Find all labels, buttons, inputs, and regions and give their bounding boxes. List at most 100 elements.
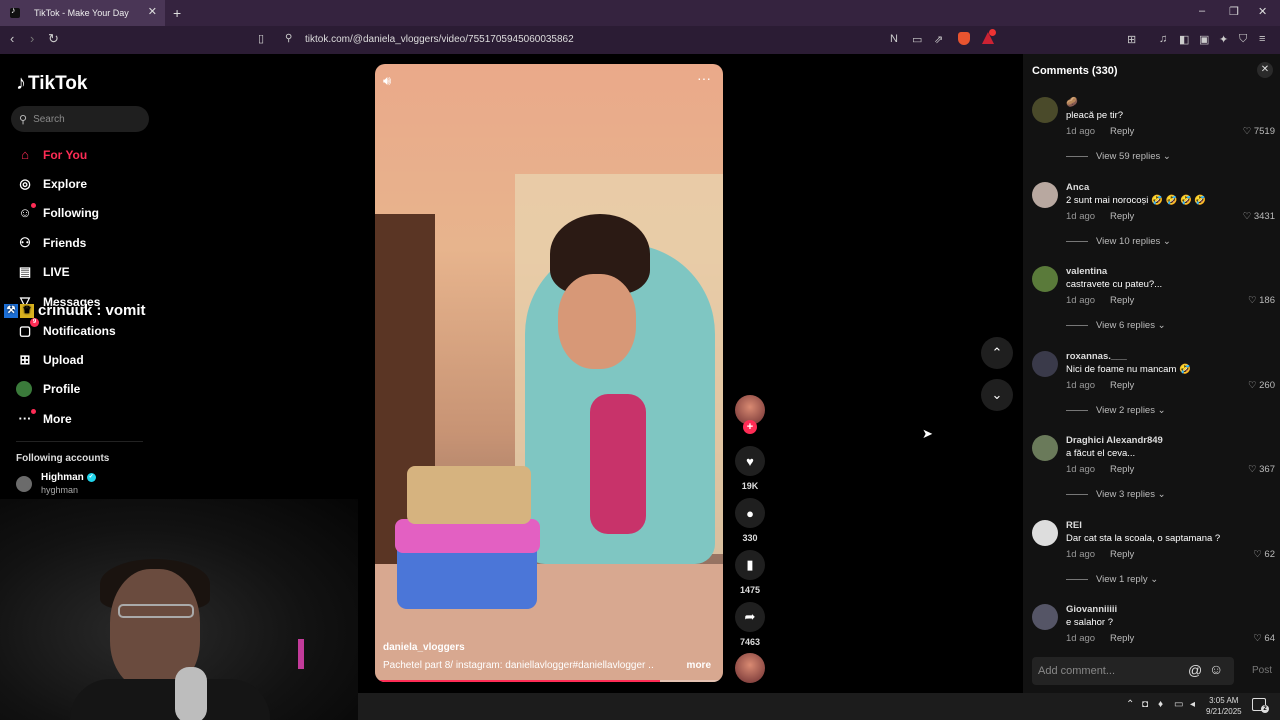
close-comments-icon[interactable]: ✕ [1257,62,1273,78]
view-replies-button[interactable]: View 10 replies ⌄ [1066,236,1171,247]
comment-like-button[interactable]: ♡ 260 [1248,380,1275,391]
avatar[interactable] [1032,351,1058,377]
bookmark-icon[interactable]: ▯ [258,32,264,45]
emoji-icon[interactable]: ☺ [1209,661,1223,677]
chevron-up-icon: ⌃ [991,345,1003,360]
reply-button[interactable]: Reply [1110,464,1134,475]
new-tab-icon[interactable]: + [173,5,181,21]
reply-button[interactable]: Reply [1110,211,1134,222]
comment-input[interactable]: Add comment... [1032,657,1234,685]
volume-icon[interactable]: 🔊︎ [383,73,391,89]
view-replies-button[interactable]: View 2 replies ⌄ [1066,405,1166,416]
comment-like-button[interactable]: ♡ 3431 [1243,211,1275,222]
window-close-icon[interactable]: ✕ [1258,5,1267,18]
comment-like-button[interactable]: ♡ 62 [1253,549,1275,560]
reply-button[interactable]: Reply [1110,126,1134,137]
view-replies-button[interactable]: View 59 replies ⌄ [1066,151,1171,162]
tab-close-icon[interactable]: ✕ [148,5,157,18]
post-button[interactable]: Post [1252,665,1272,676]
cast-icon[interactable]: ▭ [912,33,922,46]
nav-explore[interactable]: ◎ Explore [16,176,87,192]
comment-author[interactable]: Anca [1066,182,1089,193]
view-replies-button[interactable]: View 6 replies ⌄ [1066,320,1166,331]
view-replies-button[interactable]: View 3 replies ⌄ [1066,489,1166,500]
video-progress-bar[interactable] [375,680,723,682]
network-icon[interactable]: ▭ [1174,699,1183,710]
restore-icon[interactable]: ❐ [1229,5,1239,18]
comment-button[interactable]: ● [735,498,765,528]
video-author[interactable]: daniela_vloggers [383,642,465,653]
view-replies-button[interactable]: View 1 reply ⌄ [1066,574,1158,585]
avatar[interactable] [1032,182,1058,208]
video-player[interactable]: 🔊︎ ··· daniela_vloggers Pachetel part 8/… [375,64,723,682]
comment-author[interactable]: Giovanniiiii [1066,604,1117,615]
share-page-icon[interactable]: ⇗ [934,33,943,46]
tab-search-icon[interactable]: ⊞ [1127,33,1136,46]
comment-like-button[interactable]: ♡ 7519 [1243,126,1275,137]
comment-author[interactable]: REI [1066,520,1082,531]
tray-app-icon[interactable]: ◘ [1142,699,1148,710]
comment-like-count: 260 [1259,380,1275,391]
follow-plus-icon[interactable]: + [743,420,757,434]
comment-author[interactable]: Draghici Alexandr849 [1066,435,1163,446]
site-info-icon[interactable]: ⚲ [285,33,292,44]
reply-button[interactable]: Reply [1110,633,1134,644]
nav-profile[interactable]: Profile [16,381,80,397]
comment-count: 330 [742,533,758,543]
url-field[interactable]: tiktok.com/@daniela_vloggers/video/75517… [305,34,574,45]
comment-like-button[interactable]: ♡ 367 [1248,464,1275,475]
reply-button[interactable]: Reply [1110,380,1134,391]
previous-video-button[interactable]: ⌃ [981,337,1013,369]
comment-author[interactable]: valentina [1066,266,1107,277]
nav-friends[interactable]: ⚇ Friends [16,235,86,251]
reply-button[interactable]: Reply [1110,295,1134,306]
browser-tab[interactable]: TikTok - Make Your Day ✕ [0,0,165,26]
reload-icon[interactable]: ↻ [48,31,59,47]
avatar[interactable] [1032,435,1058,461]
nav-live[interactable]: ▤ LIVE [16,264,70,280]
tiktok-logo[interactable]: ♪ TikTok [16,72,87,95]
rewards-badge [989,29,996,36]
search-input[interactable]: ⚲ Search [11,106,149,132]
menu-icon[interactable]: ≡ [1259,33,1265,45]
save-button[interactable]: ▮ [735,550,765,580]
leo-ai-icon[interactable]: ✦ [1219,33,1228,46]
nav-notifications[interactable]: ▢ 9 Notifications [16,318,116,339]
minimize-icon[interactable]: – [1199,5,1205,17]
nav-for-you[interactable]: ⌂ For You [16,147,87,162]
back-icon[interactable]: ‹ [10,31,14,46]
tray-chevron-icon[interactable]: ⌃ [1126,699,1134,710]
avatar[interactable] [1032,520,1058,546]
nav-more[interactable]: ··· More [16,409,72,426]
caption-more-button[interactable]: more [687,660,711,671]
sidebar-toggle-icon[interactable]: ◧ [1179,33,1189,46]
forward-icon[interactable]: › [30,31,34,46]
like-button[interactable]: ♥ [735,446,765,476]
share-button[interactable]: ➦ [735,602,765,632]
comment-time: 1d ago [1066,380,1096,391]
browser-tab-bar: TikTok - Make Your Day ✕ + – ❐ ✕ [0,0,1280,26]
reader-off-icon[interactable]: N [890,33,898,45]
avatar[interactable] [1032,97,1058,123]
nav-upload[interactable]: ⊞ Upload [16,352,84,368]
comment-author[interactable]: 🥔 [1066,97,1078,108]
mic-icon[interactable]: ♦ [1158,699,1163,710]
wallet-icon[interactable]: ▣ [1199,33,1209,46]
comment-author[interactable]: roxannas.___ [1066,351,1127,362]
comment-like-button[interactable]: ♡ 186 [1248,295,1275,306]
avatar[interactable] [1032,604,1058,630]
speaker-icon[interactable]: ◂ [1190,699,1195,710]
reply-button[interactable]: Reply [1110,549,1134,560]
comment-like-button[interactable]: ♡ 64 [1253,633,1275,644]
next-video-button[interactable]: ⌄ [981,379,1013,411]
following-account-item[interactable]: Highman ✓ hyghman [16,472,96,495]
taskbar-clock[interactable]: 3:05 AM 9/21/2025 [1206,695,1242,717]
media-icon[interactable]: ♫ [1159,33,1167,45]
mention-icon[interactable]: @ [1188,662,1202,678]
avatar[interactable] [1032,266,1058,292]
vpn-icon[interactable]: ⛉ [1239,33,1247,46]
nav-following[interactable]: ☺ Following [16,203,99,220]
brave-shields-icon[interactable] [958,32,970,45]
video-more-icon[interactable]: ··· [697,70,711,86]
sound-avatar[interactable] [735,653,765,683]
